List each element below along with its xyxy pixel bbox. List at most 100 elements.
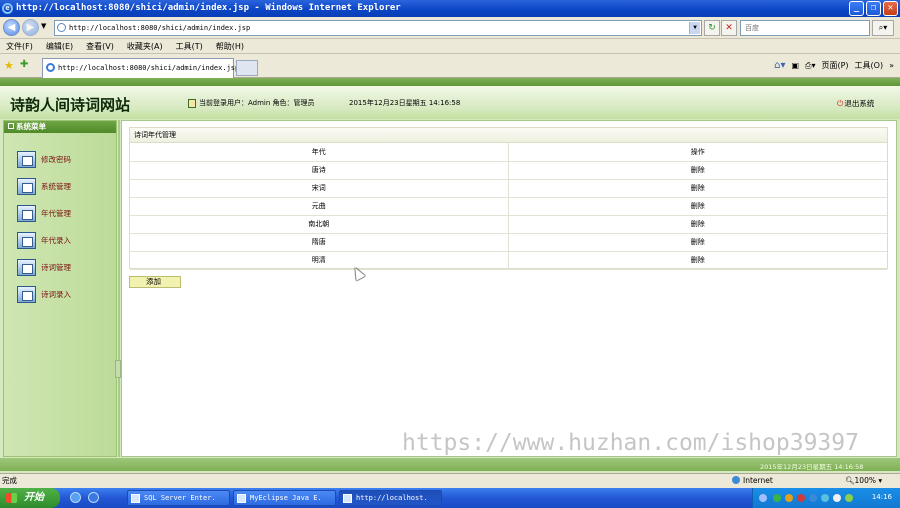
era-cell: 南北朝	[130, 215, 509, 234]
menu-file[interactable]: 文件(F)	[6, 39, 33, 53]
user-icon	[188, 98, 196, 108]
menu-edit[interactable]: 编辑(E)	[46, 39, 73, 53]
forward-button[interactable]: ▶	[22, 19, 39, 36]
home-icon[interactable]: ⌂▾	[774, 60, 785, 72]
menu-computer-icon	[17, 177, 36, 195]
sidebar-item-system-management[interactable]: 系统管理	[17, 176, 71, 196]
era-cell: 明清	[130, 251, 509, 270]
sidebar-item-era-entry[interactable]: 年代录入	[17, 230, 71, 250]
tray-app-icon[interactable]	[785, 494, 793, 502]
table-row: 宋词 删除	[130, 179, 887, 198]
sidebar-item-change-password[interactable]: 修改密码	[17, 149, 71, 169]
start-button[interactable]: 开始	[0, 488, 60, 508]
delete-link[interactable]: 删除	[508, 215, 887, 234]
page-icon	[57, 23, 66, 32]
sidebar-item-poem-entry[interactable]: 诗词录入	[17, 284, 71, 304]
search-button[interactable]: ⌕▾	[872, 20, 894, 36]
menu-computer-icon	[17, 150, 36, 168]
history-dropdown-icon[interactable]: ▼	[41, 22, 46, 30]
favorites-star-icon[interactable]: ★	[4, 59, 14, 72]
myeclipse-icon	[237, 494, 246, 503]
delete-link[interactable]: 删除	[508, 251, 887, 270]
clock: 14:16	[871, 493, 892, 501]
address-input[interactable]: http://localhost:8080/shici/admin/index.…	[54, 20, 702, 36]
minimize-button[interactable]: _	[849, 1, 864, 16]
print-icon[interactable]: ⎙▾	[805, 60, 815, 72]
back-button[interactable]: ◀	[3, 19, 20, 36]
windows-flag-icon	[6, 493, 17, 503]
quicklaunch-ie-icon[interactable]	[88, 492, 99, 503]
sidebar-splitter[interactable]	[118, 120, 120, 457]
logout-link[interactable]: ⏻退出系统	[837, 98, 874, 109]
menu-computer-icon	[17, 204, 36, 222]
delete-link[interactable]: 删除	[508, 233, 887, 252]
stop-button[interactable]: ✕	[721, 20, 737, 36]
zone-label: Internet	[743, 476, 773, 485]
tray-app-icon[interactable]	[809, 494, 817, 502]
column-header-action: 操作	[508, 143, 887, 162]
sidebar-item-label: 诗词录入	[41, 289, 71, 299]
volume-icon[interactable]	[833, 494, 841, 502]
menu-help[interactable]: 帮助(H)	[216, 39, 244, 53]
page-menu[interactable]: 页面(P)	[821, 60, 848, 72]
sidebar-item-era-management[interactable]: 年代管理	[17, 203, 71, 223]
add-button[interactable]: 添加	[129, 276, 181, 288]
start-label: 开始	[24, 492, 44, 503]
menu-tools[interactable]: 工具(T)	[176, 39, 203, 53]
logout-icon: ⏻	[837, 99, 844, 108]
tray-app-icon[interactable]	[773, 494, 781, 502]
taskbar-button-sqlserver[interactable]: SQL Server Enter.	[127, 490, 230, 506]
user-info-text: 当前登录用户：Admin 角色：管理员	[199, 99, 315, 107]
footer-datetime: 2015年12月23日星期五 14:16:58	[760, 463, 864, 471]
zoom-icon: 🔍︎	[845, 476, 855, 485]
close-button[interactable]: ✕	[883, 1, 898, 16]
taskbar-button-myeclipse[interactable]: MyEclipse Java E.	[233, 490, 336, 506]
security-zone: Internet	[732, 474, 773, 488]
taskbar-button-label: SQL Server Enter.	[144, 494, 216, 502]
ie-logo-icon: e	[2, 3, 13, 14]
sidebar-item-poem-management[interactable]: 诗词管理	[17, 257, 71, 277]
menu-view[interactable]: 查看(V)	[86, 39, 114, 53]
tab-bar: ★ ✚ http://localhost:8080/shici/admin/in…	[0, 54, 900, 78]
ie-taskbar-icon	[343, 494, 352, 503]
delete-link[interactable]: 删除	[508, 179, 887, 198]
sidebar-item-label: 年代录入	[41, 235, 71, 245]
delete-link[interactable]: 删除	[508, 161, 887, 180]
search-input[interactable]: 百度	[740, 20, 870, 36]
era-cell: 宋词	[130, 179, 509, 198]
sidebar-header: 系统菜单	[4, 121, 116, 133]
menu-favorites[interactable]: 收藏夹(A)	[127, 39, 163, 53]
taskbar: 开始 SQL Server Enter. MyEclipse Java E. h…	[0, 488, 900, 508]
feeds-icon[interactable]: ▣	[791, 60, 799, 72]
zoom-control[interactable]: 🔍︎100% ▾	[845, 474, 882, 488]
add-favorite-icon[interactable]: ✚	[20, 59, 28, 70]
delete-link[interactable]: 删除	[508, 197, 887, 216]
taskbar-button-label: http://localhost.	[356, 494, 428, 502]
refresh-button[interactable]: ↻	[704, 20, 720, 36]
tray-app-icon[interactable]	[797, 494, 805, 502]
menu-computer-icon	[17, 231, 36, 249]
tray-app-icon[interactable]	[821, 494, 829, 502]
sqlserver-icon	[131, 494, 140, 503]
watermark: https://www.huzhan.com/ishop39397	[402, 430, 859, 456]
taskbar-button-ie[interactable]: http://localhost.	[339, 490, 442, 506]
era-cell: 元曲	[130, 197, 509, 216]
address-dropdown-icon[interactable]: ▼	[689, 22, 700, 34]
tools-menu[interactable]: 工具(O)	[855, 60, 884, 72]
browser-tab[interactable]: http://localhost:8080/shici/admin/index.…	[42, 58, 239, 78]
new-tab-button[interactable]	[236, 60, 258, 76]
column-header-era: 年代	[130, 143, 509, 162]
more-chevron-icon[interactable]: »	[889, 60, 894, 72]
keyboard-icon[interactable]	[759, 494, 767, 502]
app-footer: 2015年12月23日星期五 14:16:58	[0, 458, 900, 471]
sidebar-item-label: 诗词管理	[41, 262, 71, 272]
table-row: 明清 删除	[130, 251, 887, 270]
table-row: 元曲 删除	[130, 197, 887, 216]
app-frame: 诗韵人间诗词网站 当前登录用户：Admin 角色：管理员 2015年12月23日…	[0, 78, 900, 473]
sidebar-item-label: 系统管理	[41, 181, 71, 191]
network-icon[interactable]	[845, 494, 853, 502]
taskbar-button-label: MyEclipse Java E.	[250, 494, 322, 502]
quicklaunch-desktop-icon[interactable]	[70, 492, 81, 503]
maximize-button[interactable]: ❐	[866, 1, 881, 16]
sidebar-item-label: 修改密码	[41, 154, 71, 164]
